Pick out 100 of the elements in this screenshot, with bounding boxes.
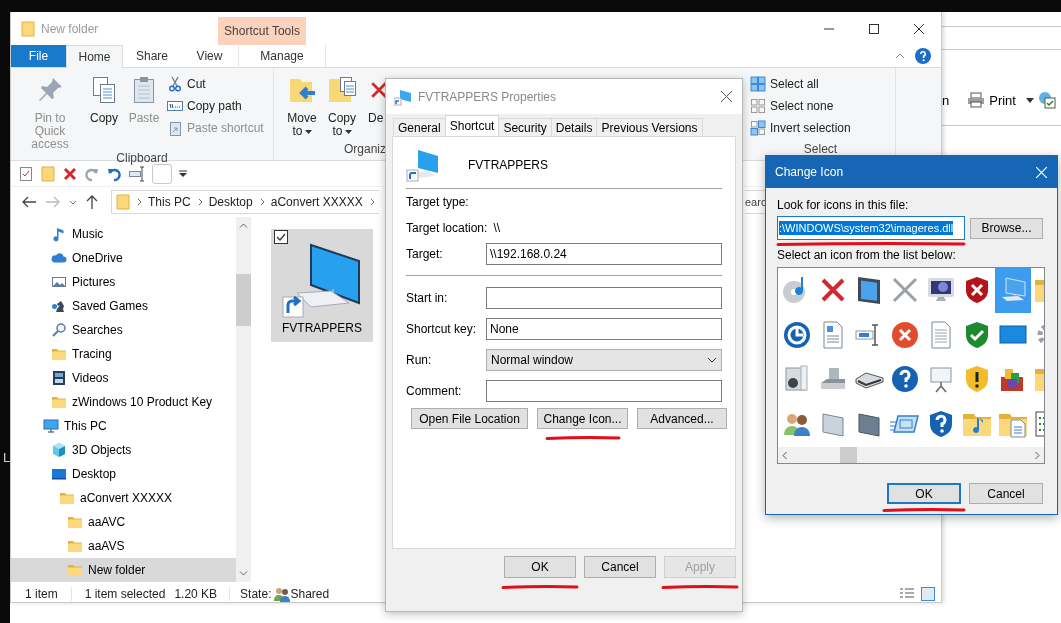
print-button[interactable]: Print <box>989 92 1016 108</box>
state-value: Shared <box>290 586 330 601</box>
ribbon-tab[interactable]: Share <box>123 45 181 67</box>
selection-count: 1 item selected <box>83 586 166 601</box>
checkbox[interactable] <box>274 230 288 244</box>
ribbon-tab[interactable]: View <box>181 45 238 67</box>
monitor-icon <box>43 418 59 434</box>
close-icon[interactable] <box>913 23 924 34</box>
chevron-icon[interactable] <box>258 198 265 206</box>
customize-dropdown-icon[interactable] <box>178 169 188 178</box>
path-box-icon <box>167 98 183 114</box>
dropdown-caret-icon[interactable] <box>304 129 312 134</box>
delete-icon[interactable] <box>62 165 78 182</box>
dropdown-caret-icon[interactable] <box>344 129 352 134</box>
scroll-left-icon[interactable] <box>782 450 787 460</box>
field-label: Target type: <box>406 195 470 209</box>
web-check-icon[interactable] <box>1037 91 1056 109</box>
nav-item[interactable]: Music <box>11 222 236 246</box>
text-field[interactable] <box>486 379 722 402</box>
copy-to-button[interactable]: Copy to <box>326 74 358 142</box>
action-button[interactable]: Advanced... <box>637 408 727 429</box>
delete-button[interactable]: De <box>366 74 386 142</box>
help-icon[interactable] <box>915 48 931 64</box>
properties-icon[interactable] <box>18 165 34 182</box>
recent-caret-icon[interactable] <box>69 199 77 205</box>
users-icon <box>274 585 291 602</box>
nav-item[interactable]: This PC <box>11 414 236 438</box>
dialog-tab[interactable]: Shortcut <box>444 115 500 136</box>
dialog-button[interactable]: OK <box>887 483 961 504</box>
shortcut-name: FVTRAPPERS <box>468 157 548 172</box>
rename-icon[interactable] <box>128 165 146 182</box>
nav-item[interactable]: aConvert XXXXX <box>11 486 236 510</box>
select-none-button[interactable]: Select none <box>750 98 851 114</box>
dropdown-caret-icon[interactable] <box>1025 97 1034 103</box>
window-title: New folder <box>41 21 99 36</box>
maximize-icon[interactable] <box>868 23 879 34</box>
scrollbar[interactable] <box>778 447 1044 463</box>
breadcrumb-link[interactable]: aConvert XXXXX <box>270 195 363 209</box>
nav-item[interactable]: Desktop <box>11 462 236 486</box>
text-field[interactable]: None <box>486 317 722 340</box>
nav-item[interactable]: Tracing <box>11 342 236 366</box>
nav-item[interactable]: New folder <box>11 558 236 582</box>
action-button[interactable]: Open File Location <box>411 408 528 429</box>
nav-item[interactable]: Videos <box>11 366 236 390</box>
dialog-button[interactable]: OK <box>504 556 576 578</box>
invert-button[interactable]: Invert selection <box>750 120 851 136</box>
text-field[interactable] <box>486 286 722 309</box>
chevron-down-icon[interactable] <box>707 356 717 363</box>
chevron-icon[interactable] <box>196 198 203 206</box>
nav-item[interactable]: zWindows 10 Product Key <box>11 390 236 414</box>
browse-button[interactable]: Browse... <box>970 217 1043 239</box>
nav-item[interactable]: Saved Games <box>11 294 236 318</box>
copy-button[interactable]: Copy <box>87 74 121 151</box>
breadcrumb-link[interactable]: This PC <box>148 195 191 209</box>
nav-item[interactable]: aaAVC <box>11 510 236 534</box>
dialog-tab[interactable]: Security <box>498 118 552 136</box>
field-label: Shortcut key: <box>406 321 478 336</box>
dialog-tab[interactable]: Previous Versions <box>596 118 703 136</box>
collapse-caret-icon[interactable] <box>895 53 905 59</box>
nav-item[interactable]: Searches <box>11 318 236 342</box>
scroll-thumb[interactable] <box>840 447 857 463</box>
breadcrumb-link[interactable]: Desktop <box>208 195 253 209</box>
text-field[interactable]: \\192.168.0.24 <box>486 243 722 265</box>
close-icon[interactable] <box>721 91 732 102</box>
dropdown[interactable]: Normal window <box>486 348 722 371</box>
film-icon <box>51 370 67 386</box>
dialog-tab[interactable]: General <box>393 118 446 136</box>
nav-item[interactable]: 3D Objects <box>11 438 236 462</box>
move-to-button[interactable]: Move to <box>286 74 318 142</box>
select-all-button[interactable]: Select all <box>750 76 851 92</box>
dialog-button[interactable]: Cancel <box>969 483 1043 504</box>
folder-icon <box>116 194 130 210</box>
large-icons-view-icon[interactable] <box>921 586 935 601</box>
file-path-field[interactable]: :\WINDOWS\system32\imageres.dll <box>777 216 965 240</box>
nav-item[interactable]: Pictures <box>11 270 236 294</box>
monitor-shortcut-icon <box>394 87 412 106</box>
up-icon[interactable] <box>85 194 99 210</box>
scroll-thumb[interactable] <box>236 273 251 326</box>
back-icon[interactable] <box>21 195 37 209</box>
state-label: State: <box>239 586 272 601</box>
music-note-icon <box>51 226 67 242</box>
chevron-icon[interactable] <box>136 198 142 206</box>
nav-item[interactable]: OneDrive <box>11 246 236 270</box>
field-label: Comment: <box>406 383 463 398</box>
ribbon-tab[interactable]: Home <box>66 45 123 68</box>
details-view-icon[interactable] <box>899 586 915 601</box>
printer-icon[interactable] <box>967 92 986 108</box>
folder-icon <box>67 538 83 554</box>
action-button[interactable]: Change Icon... <box>537 408 628 429</box>
file-menu-tab[interactable]: File <box>11 45 66 67</box>
cut-button[interactable]: Cut <box>167 76 264 92</box>
copy-path-button[interactable]: Copy path <box>167 98 264 114</box>
field-label: Select an icon from the list below: <box>777 248 957 263</box>
ribbon-tab[interactable]: Manage <box>238 45 326 67</box>
dialog-button[interactable]: Cancel <box>584 556 656 578</box>
chevron-icon[interactable] <box>368 198 375 206</box>
nav-item[interactable]: aaAVS <box>11 534 236 558</box>
scrollbar[interactable] <box>236 217 251 582</box>
scroll-right-icon[interactable] <box>1035 450 1040 460</box>
file-item[interactable]: FVTRAPPERS <box>271 229 373 342</box>
